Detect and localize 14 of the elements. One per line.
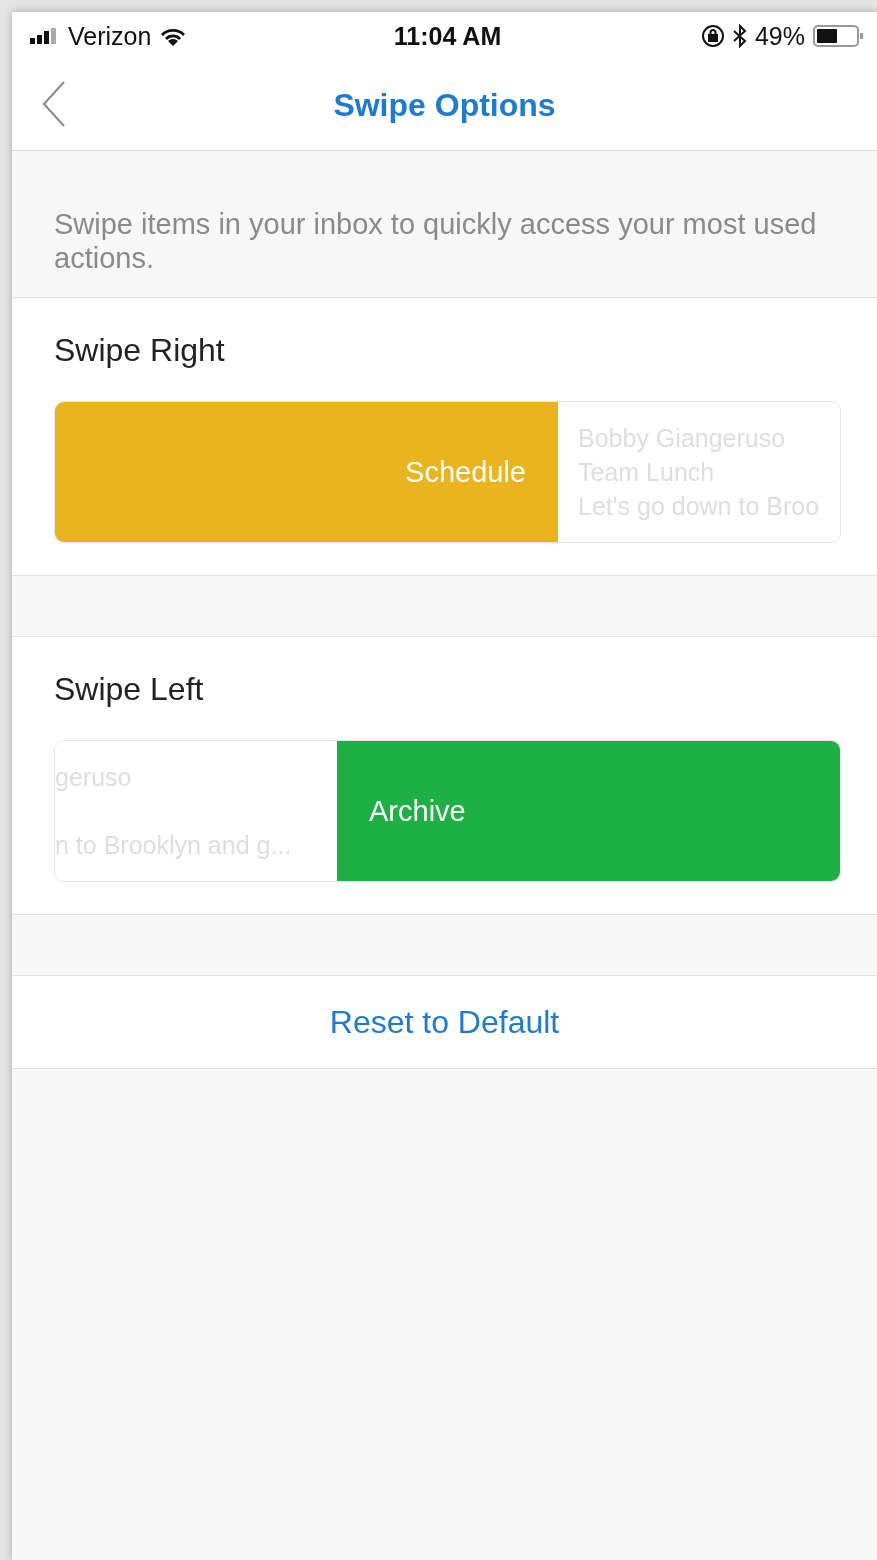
battery-icon bbox=[813, 25, 865, 47]
clock-time: 11:04 AM bbox=[393, 21, 502, 51]
section-title: Swipe Left bbox=[54, 671, 205, 708]
action-label: Archive bbox=[369, 794, 466, 828]
bluetooth-icon bbox=[732, 24, 747, 48]
battery-percent: 49% bbox=[754, 21, 805, 51]
rotation-lock-icon bbox=[700, 24, 725, 48]
reset-button[interactable]: Reset to Default bbox=[321, 999, 568, 1045]
action-label: Schedule bbox=[405, 455, 526, 489]
wifi-icon bbox=[159, 26, 188, 46]
carrier-name: Verizon bbox=[68, 21, 152, 51]
section-title: Swipe Right bbox=[54, 332, 226, 369]
back-button[interactable] bbox=[40, 80, 68, 128]
screen-title: Swipe Options bbox=[333, 86, 556, 124]
